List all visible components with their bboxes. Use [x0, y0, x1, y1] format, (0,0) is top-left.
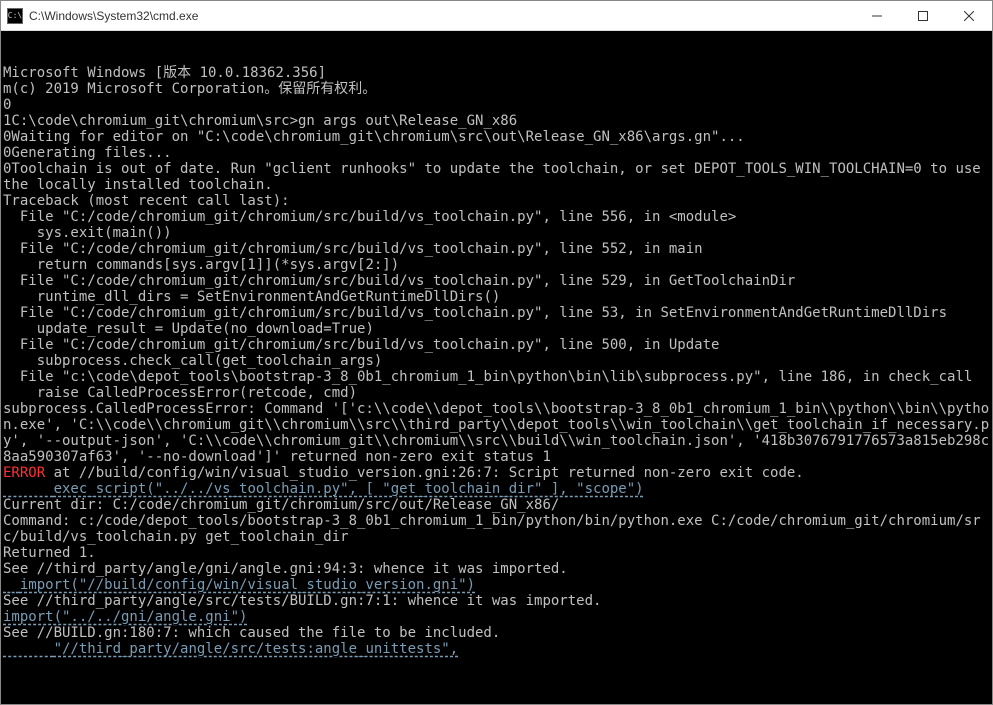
cmd-window: C:\ C:\Windows\System32\cmd.exe Microsof… — [0, 0, 993, 705]
console-line: exec_script("../../vs_toolchain.py", [ "… — [3, 481, 992, 497]
console-line: 0 — [3, 97, 992, 113]
console-output[interactable]: Microsoft Windows [版本 10.0.18362.356]m(c… — [1, 31, 992, 704]
console-line: File "C:/code/chromium_git/chromium/src/… — [3, 305, 992, 321]
console-line: Traceback (most recent call last): — [3, 193, 992, 209]
console-line: See //third_party/angle/src/tests/BUILD.… — [3, 593, 992, 609]
console-line: File "C:/code/chromium_git/chromium/src/… — [3, 337, 992, 353]
console-line: subprocess.check_call(get_toolchain_args… — [3, 353, 992, 369]
console-line: Microsoft Windows [版本 10.0.18362.356] — [3, 65, 992, 81]
console-line: subprocess.CalledProcessError: Command '… — [3, 401, 992, 465]
console-text: Microsoft Windows [版本 10.0.18362.356]m(c… — [3, 65, 992, 657]
console-line: import("../../gni/angle.gni") — [3, 609, 992, 625]
console-line: 1C:\code\chromium_git\chromium\src>gn ar… — [3, 113, 992, 129]
console-line: 0Generating files... — [3, 145, 992, 161]
console-line: return commands[sys.argv[1]](*sys.argv[2… — [3, 257, 992, 273]
console-line: m(c) 2019 Microsoft Corporation。保留所有权利。 — [3, 81, 992, 97]
console-line: Command: c:/code/depot_tools/bootstrap-3… — [3, 513, 992, 545]
console-line: "//third_party/angle/src/tests:angle_uni… — [3, 641, 992, 657]
console-line: 0Toolchain is out of date. Run "gclient … — [3, 161, 992, 193]
window-title: C:\Windows\System32\cmd.exe — [29, 9, 854, 23]
console-line: runtime_dll_dirs = SetEnvironmentAndGetR… — [3, 289, 992, 305]
maximize-button[interactable] — [900, 1, 946, 31]
console-line: Returned 1. — [3, 545, 992, 561]
console-line: import("//build/config/win/visual_studio… — [3, 577, 992, 593]
console-line: File "C:/code/chromium_git/chromium/src/… — [3, 273, 992, 289]
close-button[interactable] — [946, 1, 992, 31]
titlebar[interactable]: C:\ C:\Windows\System32\cmd.exe — [1, 1, 992, 31]
console-line: update_result = Update(no_download=True) — [3, 321, 992, 337]
console-line: See //BUILD.gn:180:7: which caused the f… — [3, 625, 992, 641]
console-line: Current dir: C:/code/chromium_git/chromi… — [3, 497, 992, 513]
window-controls — [854, 1, 992, 31]
console-line: See //third_party/angle/gni/angle.gni:94… — [3, 561, 992, 577]
console-line: File "c:\code\depot_tools\bootstrap-3_8_… — [3, 369, 992, 385]
console-line: raise CalledProcessError(retcode, cmd) — [3, 385, 992, 401]
error-label: ERROR — [3, 465, 45, 481]
console-line: sys.exit(main()) — [3, 225, 992, 241]
cmd-icon: C:\ — [7, 8, 23, 24]
console-line: 0Waiting for editor on "C:\code\chromium… — [3, 129, 992, 145]
console-line: File "C:/code/chromium_git/chromium/src/… — [3, 241, 992, 257]
minimize-button[interactable] — [854, 1, 900, 31]
console-line: File "C:/code/chromium_git/chromium/src/… — [3, 209, 992, 225]
console-line: ERROR at //build/config/win/visual_studi… — [3, 465, 992, 481]
